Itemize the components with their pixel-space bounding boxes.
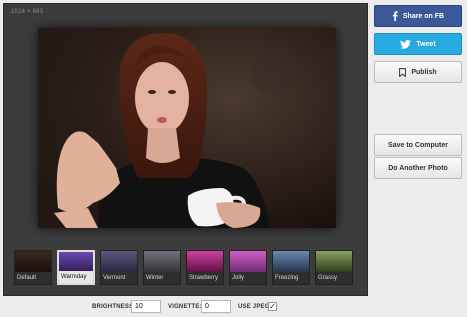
share-facebook-label: Share on FB: [402, 12, 445, 20]
tweet-label: Tweet: [416, 40, 436, 48]
use-jpeg-checkbox[interactable]: ✓: [268, 302, 277, 311]
do-another-photo-label: Do Another Photo: [388, 164, 448, 172]
filter-strawberry[interactable]: Strawberry: [186, 250, 224, 285]
twitter-bird-icon: [400, 39, 412, 49]
facebook-icon: [392, 11, 398, 21]
publish-button[interactable]: Publish: [374, 61, 462, 83]
filter-thumbnail: [15, 251, 51, 273]
filter-label: Vermont: [101, 272, 137, 284]
tweet-button[interactable]: Tweet: [374, 33, 462, 55]
vignette-input[interactable]: [201, 300, 231, 313]
filter-label: Jolly: [230, 272, 266, 284]
filter-strip: Default Warmday Vermont Winter Strawberr…: [14, 250, 354, 286]
filter-label: Default: [15, 272, 51, 284]
filter-thumbnail: [273, 251, 309, 273]
do-another-photo-button[interactable]: Do Another Photo: [374, 157, 462, 179]
photo-editor-panel: 1024 × 683 Default Warmday Vermont Winte…: [3, 3, 368, 296]
share-facebook-button[interactable]: Share on FB: [374, 5, 462, 27]
filter-freezing[interactable]: Freezing: [272, 250, 310, 285]
filter-default[interactable]: Default: [14, 250, 52, 285]
filter-thumbnail: [144, 251, 180, 273]
filter-label: Strawberry: [187, 272, 223, 284]
filter-label: Winter: [144, 272, 180, 284]
save-to-computer-button[interactable]: Save to Computer: [374, 134, 462, 156]
filter-label: Freezing: [273, 272, 309, 284]
filter-label: Grassy: [316, 272, 352, 284]
brightness-input[interactable]: [131, 300, 161, 313]
filter-grassy[interactable]: Grassy: [315, 250, 353, 285]
portrait-photo: [38, 28, 336, 228]
filter-thumbnail: [101, 251, 137, 273]
filter-label: Warmday: [59, 271, 93, 283]
filter-vermont[interactable]: Vermont: [100, 250, 138, 285]
image-dimensions: 1024 × 683: [11, 9, 44, 15]
photo-preview[interactable]: [38, 28, 336, 228]
filter-thumbnail: [316, 251, 352, 273]
filter-warmday[interactable]: Warmday: [57, 250, 95, 285]
filter-thumbnail: [187, 251, 223, 273]
filter-jolly[interactable]: Jolly: [229, 250, 267, 285]
save-to-computer-label: Save to Computer: [388, 141, 448, 149]
adjustment-controls: BRIGHTNESS: VIGNETTE: USE JPEG ✓: [0, 297, 372, 317]
use-jpeg-label: USE JPEG: [238, 304, 270, 310]
filter-winter[interactable]: Winter: [143, 250, 181, 285]
filter-thumbnail: [230, 251, 266, 273]
vignette-label: VIGNETTE:: [168, 304, 202, 310]
publish-label: Publish: [411, 68, 437, 76]
brightness-label: BRIGHTNESS:: [92, 304, 136, 310]
bookmark-icon: [399, 67, 407, 77]
